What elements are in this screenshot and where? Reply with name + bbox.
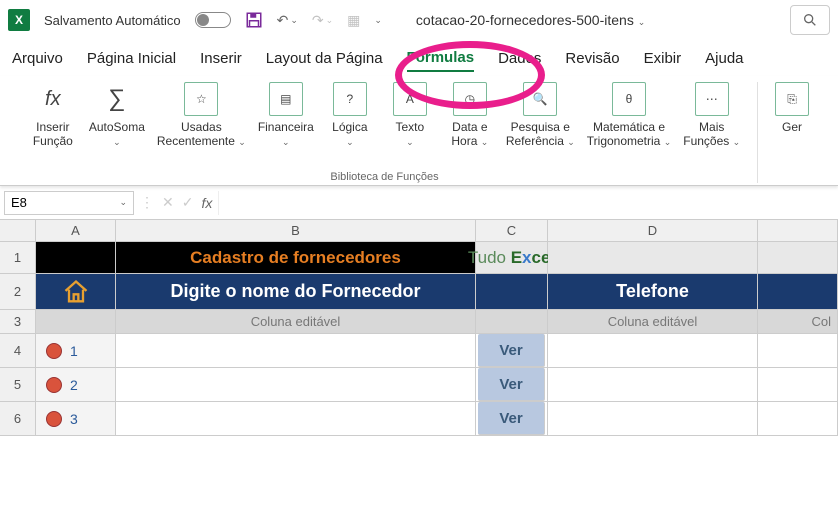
financial-button[interactable]: ▤ Financeira⌄ — [258, 82, 314, 149]
row-header-5[interactable]: 5 — [0, 368, 36, 402]
autosave-label: Salvamento Automático — [44, 13, 181, 28]
more-functions-button[interactable]: ⋯ MaisFunções ⌄ — [683, 82, 740, 149]
search-box[interactable] — [790, 5, 830, 35]
cell-D1[interactable] — [548, 242, 758, 274]
menu-formulas[interactable]: Fórmulas — [407, 45, 475, 72]
accept-formula-icon[interactable]: ✓ — [182, 194, 194, 211]
cell-C2[interactable] — [476, 274, 548, 310]
math-trig-button[interactable]: θ Matemática eTrigonometria ⌄ — [587, 82, 671, 149]
cell-A6[interactable]: 3 — [36, 402, 116, 436]
col-header-C[interactable]: C — [476, 220, 548, 242]
menu-revisao[interactable]: Revisão — [565, 46, 619, 71]
cell-A3[interactable] — [36, 310, 116, 334]
name-manager-button[interactable]: ⎘ Ger — [768, 82, 816, 134]
cell-D4[interactable] — [548, 334, 758, 368]
cell-B2-header[interactable]: Digite o nome do Fornecedor — [116, 274, 476, 310]
autosave-toggle[interactable] — [195, 12, 231, 28]
redo-button[interactable]: ↷ ⌄ — [312, 12, 333, 29]
cell-A1[interactable] — [36, 242, 116, 274]
cell-A2-home[interactable] — [36, 274, 116, 310]
menu-inserir[interactable]: Inserir — [200, 46, 242, 71]
lookup-icon: 🔍 — [523, 82, 557, 116]
more-icon: ⋯ — [695, 82, 729, 116]
touch-mode-button[interactable]: ▦ — [347, 12, 360, 29]
col-header-D[interactable]: D — [548, 220, 758, 242]
cell-D2-header[interactable]: Telefone — [548, 274, 758, 310]
cell-A5[interactable]: 2 — [36, 368, 116, 402]
insert-function-button[interactable]: fx InserirFunção — [29, 82, 77, 149]
cell-B1-title[interactable]: Cadastro de fornecedores — [116, 242, 476, 274]
ver-button[interactable]: Ver — [478, 334, 545, 367]
col-header-A[interactable]: A — [36, 220, 116, 242]
bullet-icon — [46, 377, 62, 393]
sigma-icon: ∑ — [100, 82, 134, 116]
star-icon: ☆ — [184, 82, 218, 116]
cell-E4[interactable] — [758, 334, 838, 368]
menu-dados[interactable]: Dados — [498, 46, 541, 71]
bullet-icon — [46, 343, 62, 359]
ver-button[interactable]: Ver — [478, 368, 545, 401]
row-header-4[interactable]: 4 — [0, 334, 36, 368]
menu-arquivo[interactable]: Arquivo — [12, 46, 63, 71]
cell-D5[interactable] — [548, 368, 758, 402]
cell-B4[interactable] — [116, 334, 476, 368]
cell-B3-hint[interactable]: Coluna editável — [116, 310, 476, 334]
fx-icon[interactable]: fx — [201, 195, 212, 211]
file-name[interactable]: cotacao-20-fornecedores-500-itens ⌄ — [416, 12, 645, 28]
cell-B5[interactable] — [116, 368, 476, 402]
date-time-button[interactable]: ◷ Data eHora ⌄ — [446, 82, 494, 149]
tag-icon: ⎘ — [775, 82, 809, 116]
fx-icon: fx — [36, 82, 70, 116]
clock-icon: ◷ — [453, 82, 487, 116]
cell-C1-brand[interactable]: Tudo Excel — [476, 242, 548, 274]
cell-C4[interactable]: Ver — [476, 334, 548, 368]
formula-bar[interactable] — [218, 191, 834, 215]
qat-more-button[interactable]: ⌄ — [374, 15, 382, 26]
text-button[interactable]: A Texto⌄ — [386, 82, 434, 149]
save-button[interactable] — [245, 11, 263, 29]
cell-C3[interactable] — [476, 310, 548, 334]
col-header-B[interactable]: B — [116, 220, 476, 242]
text-a-icon: A — [393, 82, 427, 116]
select-all-corner[interactable] — [0, 220, 36, 242]
cell-B6[interactable] — [116, 402, 476, 436]
excel-app-icon: X — [8, 9, 30, 31]
cell-E1[interactable] — [758, 242, 838, 274]
cell-C6[interactable]: Ver — [476, 402, 548, 436]
undo-button[interactable]: ↶ ⌄ — [277, 12, 298, 29]
cell-E5[interactable] — [758, 368, 838, 402]
cell-C5[interactable]: Ver — [476, 368, 548, 402]
ver-button[interactable]: Ver — [478, 402, 545, 435]
menu-ajuda[interactable]: Ajuda — [705, 46, 743, 71]
row-header-1[interactable]: 1 — [0, 242, 36, 274]
recently-used-button[interactable]: ☆ UsadasRecentemente ⌄ — [157, 82, 246, 149]
row-header-3[interactable]: 3 — [0, 310, 36, 334]
home-icon — [62, 278, 90, 306]
cell-E2[interactable] — [758, 274, 838, 310]
logical-button[interactable]: ? Lógica⌄ — [326, 82, 374, 149]
autosum-button[interactable]: ∑ AutoSoma⌄ — [89, 82, 145, 149]
row-header-6[interactable]: 6 — [0, 402, 36, 436]
question-icon: ? — [333, 82, 367, 116]
menu-exibir[interactable]: Exibir — [644, 46, 682, 71]
cancel-formula-icon[interactable]: ✕ — [162, 194, 174, 211]
bullet-icon — [46, 411, 62, 427]
cell-D6[interactable] — [548, 402, 758, 436]
cell-A4[interactable]: 1 — [36, 334, 116, 368]
menu-layout[interactable]: Layout da Página — [266, 46, 383, 71]
lookup-button[interactable]: 🔍 Pesquisa eReferência ⌄ — [506, 82, 575, 149]
cell-D3-hint[interactable]: Coluna editável — [548, 310, 758, 334]
row-header-2[interactable]: 2 — [0, 274, 36, 310]
menu-pagina-inicial[interactable]: Página Inicial — [87, 46, 176, 71]
ribbon-group-label: Biblioteca de Funções — [330, 171, 438, 183]
theta-icon: θ — [612, 82, 646, 116]
col-header-E[interactable] — [758, 220, 838, 242]
cell-E3-hint[interactable]: Col — [758, 310, 838, 334]
chevron-down-icon: ⌄ — [119, 197, 127, 208]
cell-E6[interactable] — [758, 402, 838, 436]
financial-icon: ▤ — [269, 82, 303, 116]
name-box[interactable]: E8⌄ — [4, 191, 134, 215]
